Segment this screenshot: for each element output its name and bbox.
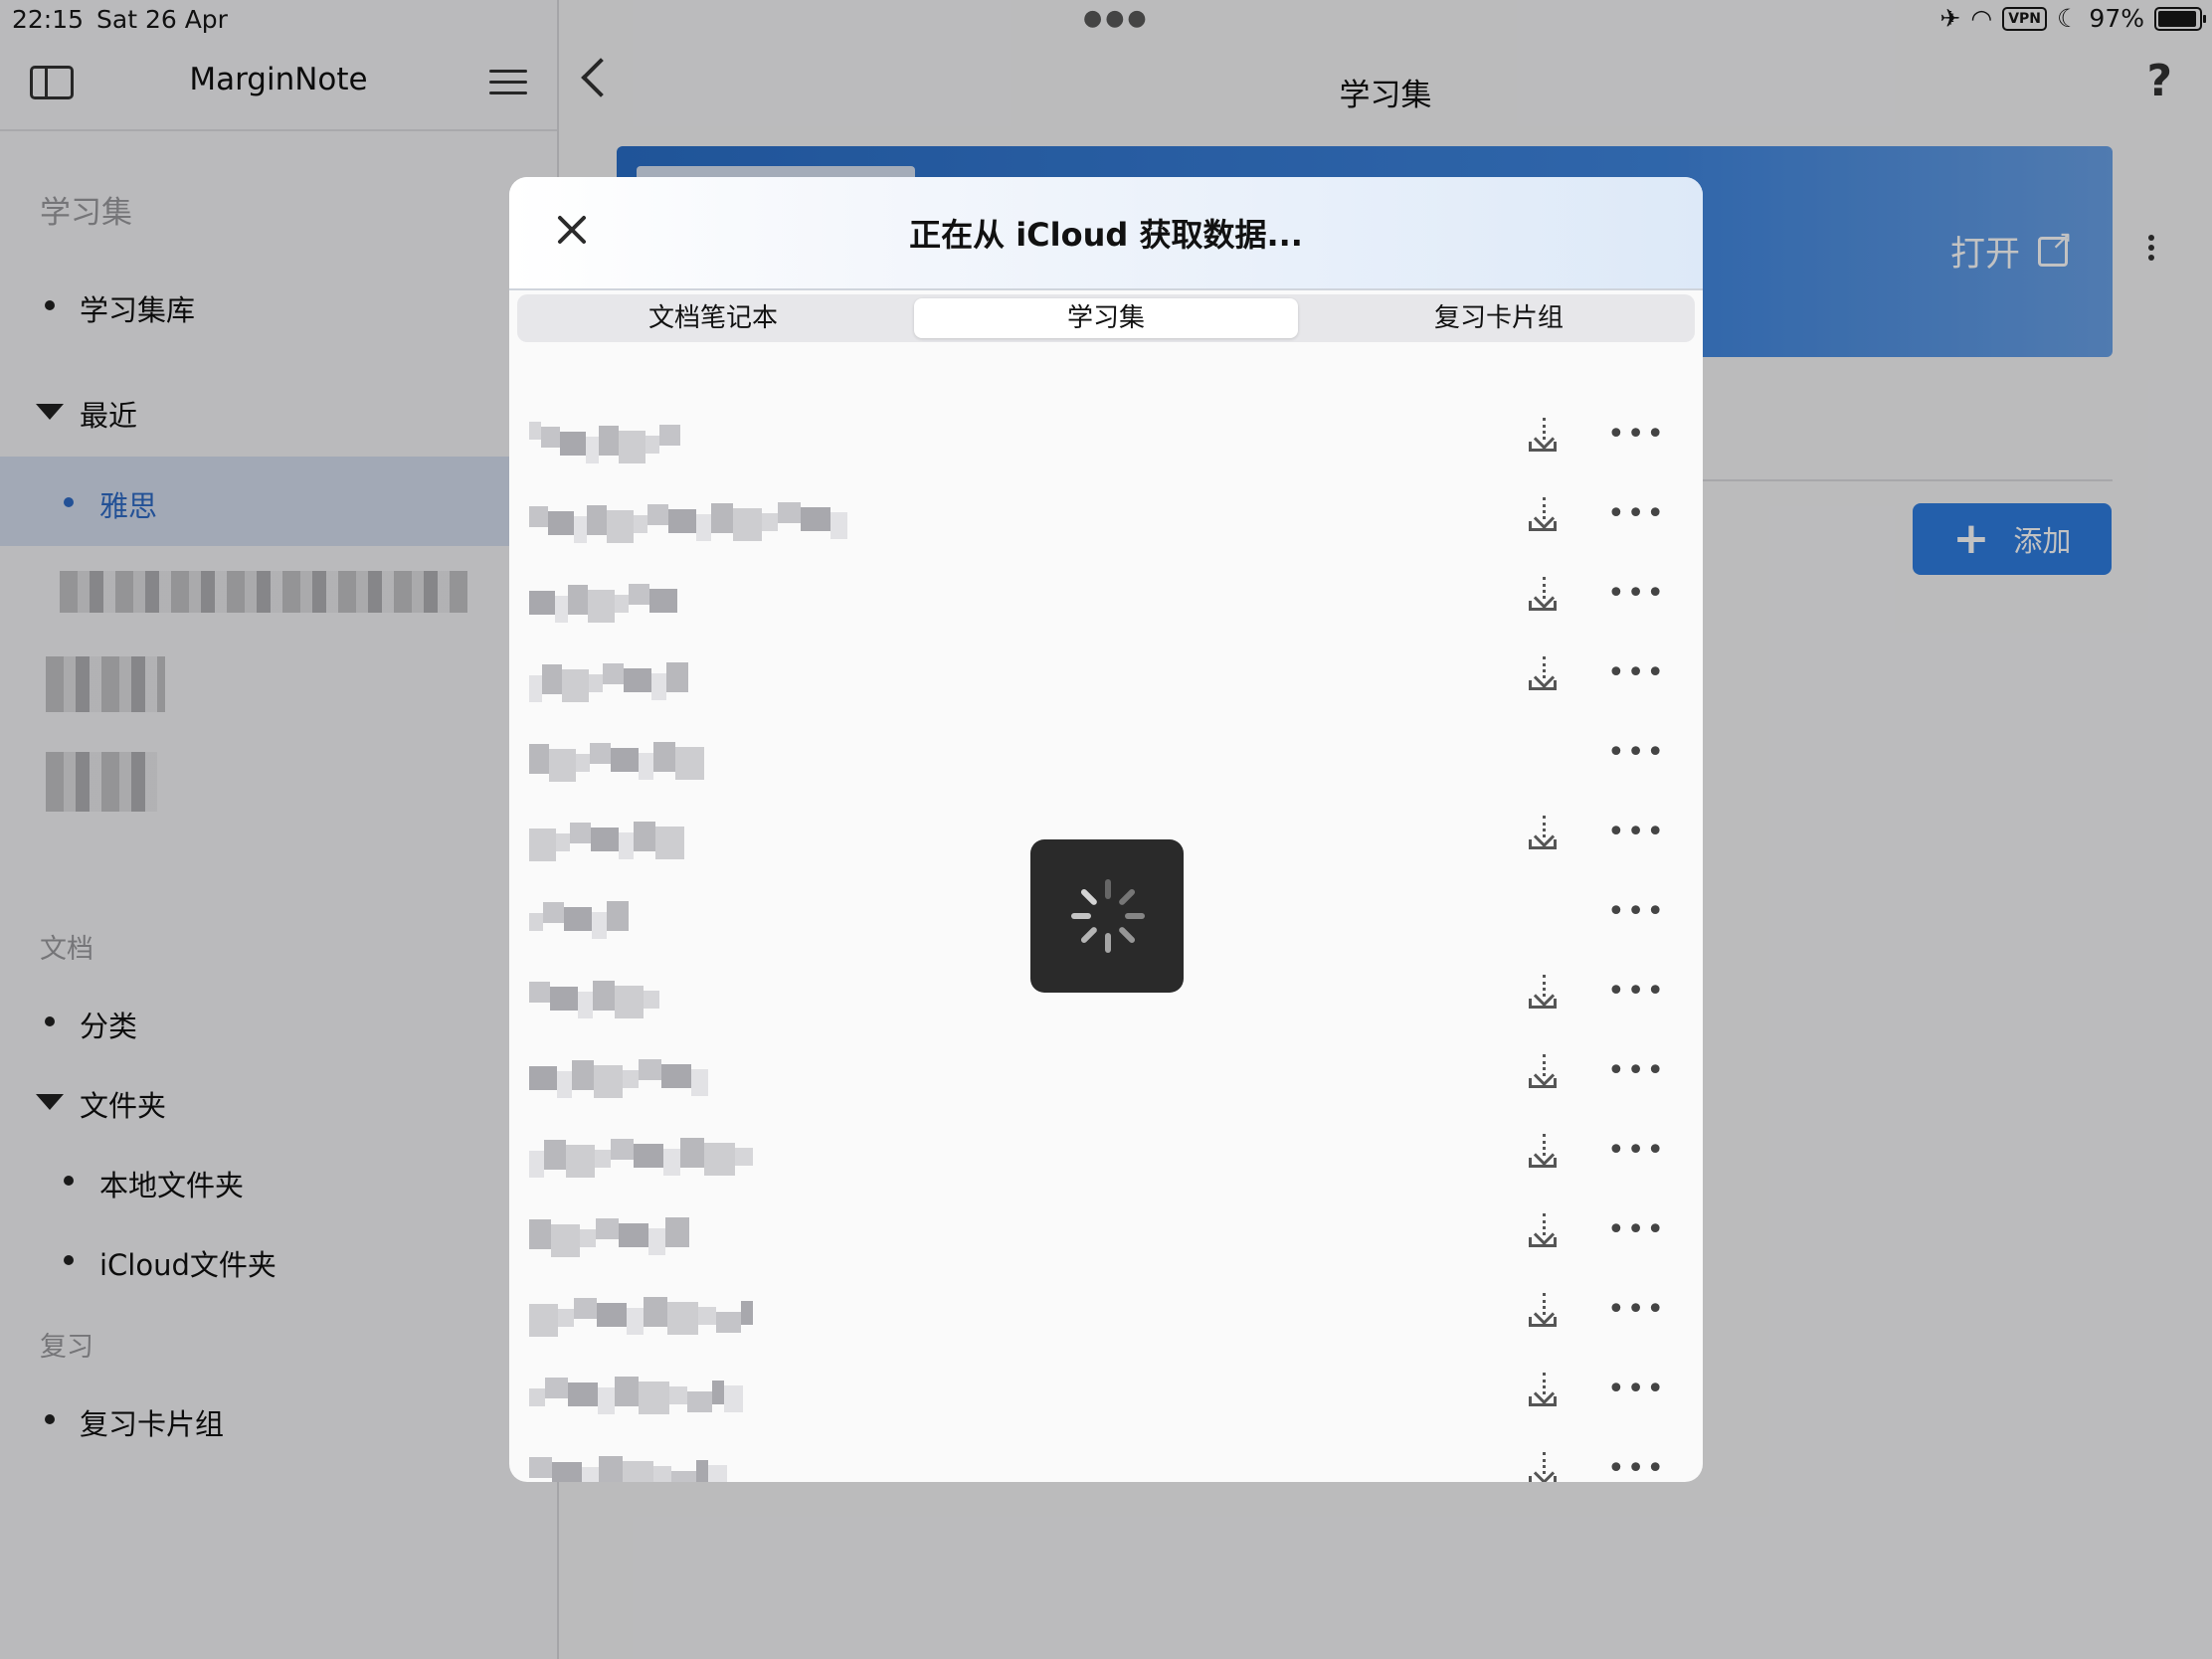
airplane-icon: ✈ [1939, 4, 1961, 33]
download-icon[interactable] [1527, 418, 1563, 454]
status-bar: 22:15 Sat 26 Apr ●●● ✈ ◠ VPN ☾ 97% [0, 0, 2212, 40]
more-options-icon[interactable]: ••• [1607, 1136, 1666, 1166]
tab-review-decks[interactable]: 复习卡片组 [1307, 298, 1691, 338]
download-icon[interactable] [1527, 656, 1563, 692]
more-options-icon[interactable]: ••• [1607, 658, 1666, 688]
segmented-control: 文档笔记本 学习集 复习卡片组 [517, 294, 1695, 342]
multitasking-dots-icon[interactable]: ●●● [1083, 6, 1150, 31]
list-item[interactable]: ••• [509, 1446, 1703, 1482]
vpn-badge: VPN [2002, 6, 2047, 31]
list-item[interactable]: ••• [509, 1367, 1703, 1422]
download-icon[interactable] [1527, 1373, 1563, 1408]
download-icon[interactable] [1527, 497, 1563, 533]
list-item[interactable]: ••• [509, 491, 1703, 547]
tab-document-notebooks[interactable]: 文档笔记本 [521, 298, 905, 338]
more-options-icon[interactable]: ••• [1607, 1454, 1666, 1483]
status-time: 22:15 [12, 5, 85, 34]
list-item[interactable]: ••• [509, 412, 1703, 467]
moon-icon: ☾ [2057, 4, 2080, 33]
more-options-icon[interactable]: ••• [1607, 738, 1666, 768]
spinner-icon [1068, 877, 1146, 955]
download-icon[interactable] [1527, 577, 1563, 613]
more-options-icon[interactable]: ••• [1607, 897, 1666, 927]
more-options-icon[interactable]: ••• [1607, 1375, 1666, 1404]
battery-icon [2154, 6, 2206, 31]
download-icon[interactable] [1527, 975, 1563, 1011]
more-options-icon[interactable]: ••• [1607, 818, 1666, 847]
icloud-sync-dialog: 正在从 iCloud 获取数据... 文档笔记本 学习集 复习卡片组 ••• ••… [509, 177, 1703, 1482]
download-icon[interactable] [1527, 1293, 1563, 1329]
download-icon[interactable] [1527, 1452, 1563, 1482]
wifi-icon: ◠ [1970, 4, 1993, 33]
more-options-icon[interactable]: ••• [1607, 499, 1666, 529]
list-item[interactable]: ••• [509, 1207, 1703, 1263]
more-options-icon[interactable]: ••• [1607, 977, 1666, 1007]
list-item[interactable]: ••• [509, 571, 1703, 627]
loading-indicator [1030, 839, 1184, 993]
more-options-icon[interactable]: ••• [1607, 1056, 1666, 1086]
tab-learning-sets[interactable]: 学习集 [914, 298, 1298, 338]
list-item[interactable]: ••• [509, 650, 1703, 706]
list-item[interactable]: ••• [509, 730, 1703, 786]
status-date: Sat 26 Apr [96, 5, 228, 34]
more-options-icon[interactable]: ••• [1607, 420, 1666, 450]
dialog-header: 正在从 iCloud 获取数据... [509, 177, 1703, 290]
dialog-title: 正在从 iCloud 获取数据... [909, 216, 1303, 254]
download-icon[interactable] [1527, 1134, 1563, 1170]
list-item[interactable]: ••• [509, 1128, 1703, 1184]
more-options-icon[interactable]: ••• [1607, 579, 1666, 609]
list-item[interactable]: ••• [509, 1048, 1703, 1104]
battery-percent: 97% [2089, 4, 2144, 33]
download-icon[interactable] [1527, 816, 1563, 851]
more-options-icon[interactable]: ••• [1607, 1295, 1666, 1325]
download-icon[interactable] [1527, 1213, 1563, 1249]
list-item[interactable]: ••• [509, 1287, 1703, 1343]
download-icon[interactable] [1527, 1054, 1563, 1090]
more-options-icon[interactable]: ••• [1607, 1215, 1666, 1245]
